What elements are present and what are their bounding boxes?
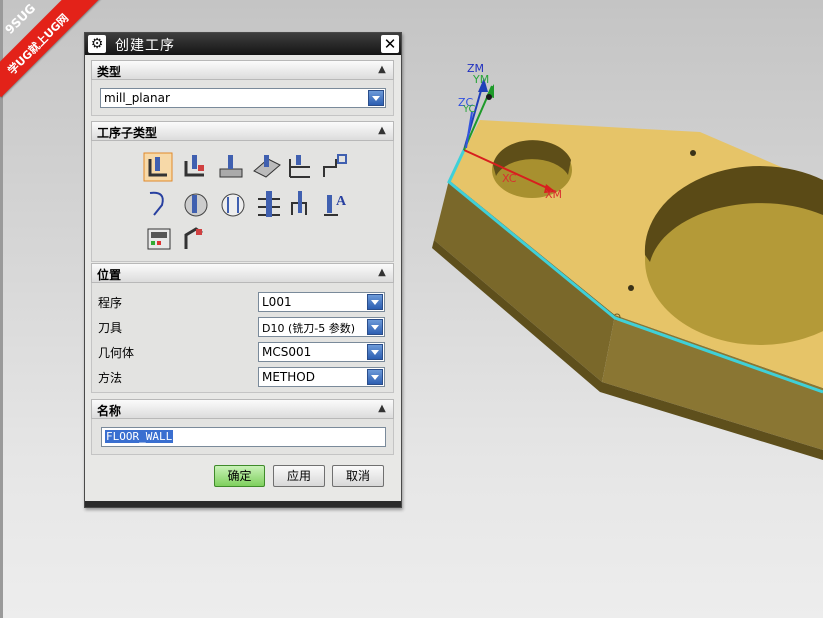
thread-milling-icon[interactable] <box>291 191 307 215</box>
geometry-select[interactable]: MCS001 <box>258 342 385 362</box>
name-input[interactable]: FLOOR_WALL <box>101 427 386 447</box>
planar-profile-icon[interactable] <box>323 154 347 177</box>
xc-label: XC <box>502 172 517 185</box>
tool-select[interactable]: D10 (铣刀-5 参数) <box>258 317 385 337</box>
chevron-up-icon[interactable]: ▲ <box>373 265 391 281</box>
fixture-dot <box>628 285 634 291</box>
floor-wall-ipw-icon[interactable] <box>184 155 204 177</box>
chevron-up-icon[interactable]: ▲ <box>373 401 391 417</box>
type-section-label: 类型 <box>97 65 122 79</box>
cancel-button[interactable]: 取消 <box>332 465 384 487</box>
origin-marker <box>486 94 492 100</box>
type-select[interactable]: mill_planar <box>100 88 386 108</box>
dialog-titlebar[interactable]: ⚙ 创建工序 ✕ <box>85 33 401 55</box>
planar-text-icon[interactable]: A <box>324 194 347 216</box>
xm-label: XM <box>545 188 563 201</box>
yc-label: YC <box>463 104 476 115</box>
method-value: METHOD <box>262 370 315 384</box>
mill-user-icon[interactable] <box>184 227 203 249</box>
gear-icon[interactable]: ⚙ <box>88 35 106 53</box>
apply-button[interactable]: 应用 <box>273 465 325 487</box>
create-operation-dialog: ⚙ 创建工序 ✕ 类型 ▲ mill_planar 工序子类型 ▲ A 位置 ▲… <box>84 32 402 508</box>
face-milling-manual-icon[interactable] <box>253 155 281 178</box>
name-section-header[interactable]: 名称 ▲ <box>91 399 394 419</box>
location-section-header[interactable]: 位置 ▲ <box>91 263 394 283</box>
planar-mill-icon[interactable] <box>289 155 310 178</box>
finish-walls-icon[interactable] <box>184 193 208 217</box>
floor-wall-icon[interactable] <box>143 152 173 182</box>
chevron-down-icon[interactable] <box>367 319 383 335</box>
hole-milling-icon[interactable] <box>258 191 280 217</box>
chevron-down-icon[interactable] <box>367 369 383 385</box>
chevron-down-icon[interactable] <box>367 294 383 310</box>
geometry-label: 几何体 <box>98 346 135 360</box>
chevron-up-icon[interactable]: ▲ <box>373 62 391 78</box>
ok-button[interactable]: 确定 <box>214 465 265 487</box>
subtype-section-body: A <box>91 141 394 262</box>
fixture-dot <box>690 150 696 156</box>
subtype-icon-grid: A <box>143 152 347 250</box>
finish-floor-icon[interactable] <box>221 193 245 217</box>
type-select-value: mill_planar <box>104 91 170 105</box>
dialog-bottom-border <box>85 501 401 507</box>
ym-label: YM <box>473 73 490 86</box>
method-select[interactable]: METHOD <box>258 367 385 387</box>
type-section-header[interactable]: 类型 ▲ <box>91 60 394 80</box>
program-select[interactable]: L001 <box>258 292 385 312</box>
cleanup-corners-icon[interactable] <box>149 191 164 216</box>
name-input-value: FLOOR_WALL <box>105 430 174 443</box>
location-section-body: 程序 L001 刀具 D10 (铣刀-5 参数) 几何体 MCS001 方法 M… <box>91 283 394 393</box>
svg-text:A: A <box>336 194 347 209</box>
subtype-section-header[interactable]: 工序子类型 ▲ <box>91 121 394 141</box>
tool-label: 刀具 <box>98 321 123 335</box>
subtype-section-label: 工序子类型 <box>97 126 158 140</box>
face-milling-icon[interactable] <box>219 155 243 178</box>
program-label: 程序 <box>98 296 123 310</box>
program-value: L001 <box>262 295 292 309</box>
dialog-title: 创建工序 <box>115 38 175 54</box>
chevron-down-icon[interactable] <box>368 90 384 106</box>
geometry-value: MCS001 <box>262 345 312 359</box>
type-section-body: mill_planar <box>91 80 394 116</box>
name-section-label: 名称 <box>97 404 122 418</box>
method-label: 方法 <box>98 371 123 385</box>
chevron-down-icon[interactable] <box>367 344 383 360</box>
location-section-label: 位置 <box>97 268 122 282</box>
mill-control-icon[interactable] <box>147 228 171 250</box>
tool-value: D10 (铣刀-5 参数) <box>262 322 356 335</box>
close-button[interactable]: ✕ <box>381 35 399 53</box>
chevron-up-icon[interactable]: ▲ <box>373 123 391 139</box>
